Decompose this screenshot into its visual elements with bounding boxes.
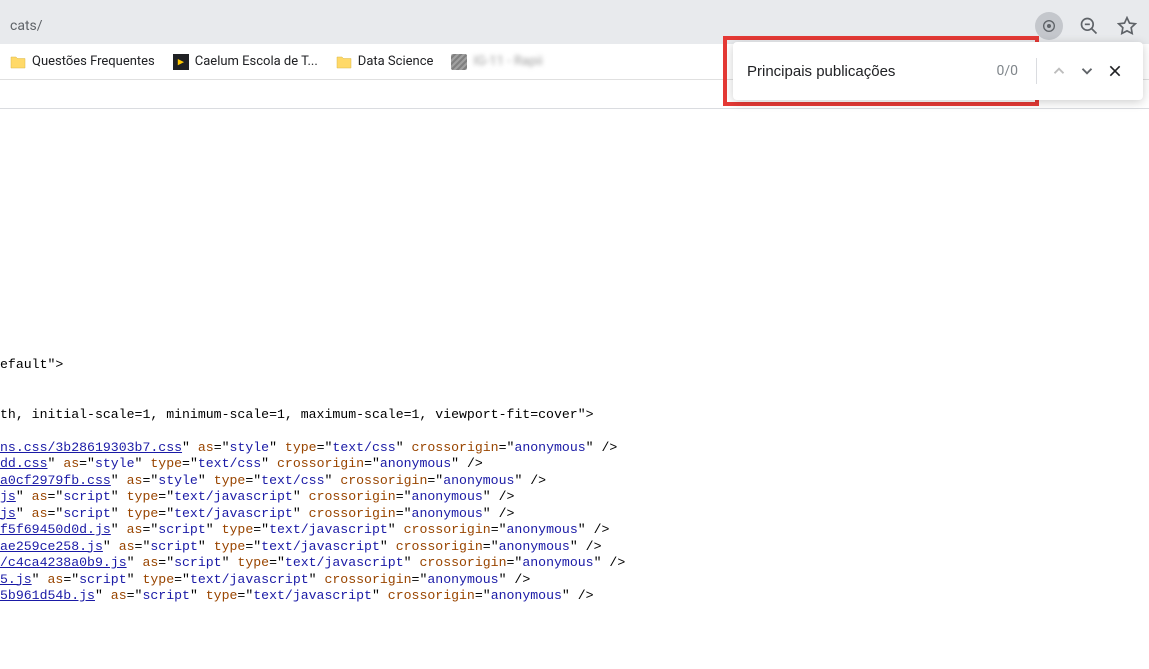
bookmark-label: IG-11 - Rapii	[473, 54, 542, 69]
source-link[interactable]: ae259ce258.js	[0, 539, 103, 554]
find-close-button[interactable]	[1101, 57, 1129, 85]
bookmark-datascience[interactable]: Data Science	[336, 54, 434, 69]
find-next-button[interactable]	[1073, 57, 1101, 85]
folder-icon	[10, 55, 26, 69]
source-link[interactable]: f5f69450d0d.js	[0, 522, 111, 537]
find-prev-button[interactable]	[1045, 57, 1073, 85]
find-count: 0/0	[996, 63, 1018, 79]
page-source-view: efault"> th, initial-scale=1, minimum-sc…	[0, 109, 1149, 669]
caelum-icon: ▸	[173, 54, 189, 70]
lens-icon[interactable]	[1035, 12, 1063, 40]
bookmark-blurred[interactable]: IG-11 - Rapii	[451, 54, 542, 70]
folder-icon	[336, 55, 352, 69]
source-link[interactable]: dd.css	[0, 456, 47, 471]
find-input[interactable]	[747, 63, 996, 80]
source-link[interactable]: /c4ca4238a0b9.js	[0, 555, 127, 570]
bookmark-questoes[interactable]: Questões Frequentes	[10, 54, 155, 69]
bookmark-label: Questões Frequentes	[32, 54, 155, 69]
bookmark-caelum[interactable]: ▸ Caelum Escola de T...	[173, 54, 318, 70]
source-link[interactable]: 5.js	[0, 572, 32, 587]
address-bar[interactable]: cats/	[0, 8, 1149, 44]
find-in-page-bar: 0/0	[733, 42, 1143, 100]
source-link[interactable]: js	[0, 506, 16, 521]
source-link[interactable]: 5b961d54b.js	[0, 588, 95, 603]
site-icon	[451, 54, 467, 70]
source-link[interactable]: a0cf2979fb.css	[0, 473, 111, 488]
zoom-out-icon[interactable]	[1077, 14, 1101, 38]
bookmark-label: Caelum Escola de T...	[195, 54, 318, 69]
source-link[interactable]: ns.css/3b28619303b7.css	[0, 440, 182, 455]
star-icon[interactable]	[1115, 14, 1139, 38]
divider	[1036, 58, 1037, 84]
bookmark-label: Data Science	[358, 54, 434, 69]
source-link[interactable]: js	[0, 489, 16, 504]
url-text: cats/	[8, 18, 43, 34]
